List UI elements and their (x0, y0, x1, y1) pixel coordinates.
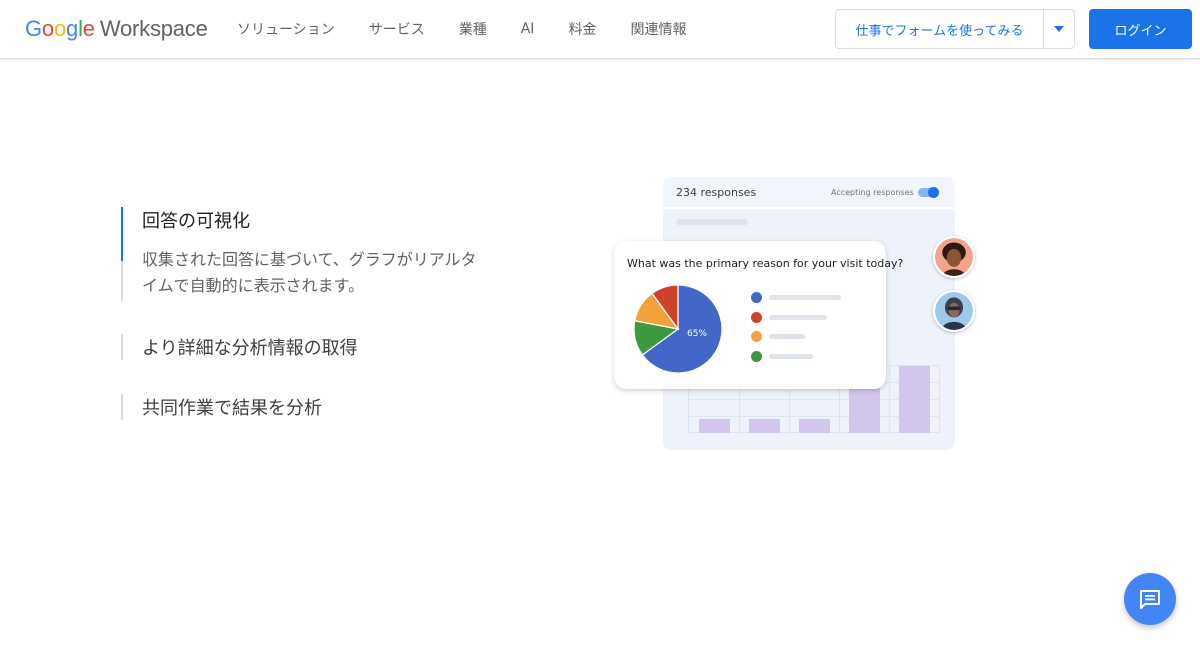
bar (699, 419, 730, 433)
placeholder-line (676, 219, 748, 225)
legend-dot (751, 351, 762, 362)
logo-letter-g: G (25, 16, 42, 41)
chat-icon (1140, 590, 1160, 609)
pie-value-label: 65% (687, 329, 707, 339)
question-text: What was the primary reason for your vis… (627, 257, 904, 270)
legend-placeholder-line (769, 295, 841, 300)
logo-letter-e: e (82, 16, 95, 41)
feature-indicator (121, 334, 123, 360)
caret-down-icon (1054, 26, 1064, 32)
feature-title: より詳細な分析情報の取得 (142, 338, 358, 359)
bar (899, 366, 930, 433)
feature-title: 共同作業で結果を分析 (142, 398, 322, 419)
nav-item-resources[interactable]: 関連情報 (630, 19, 686, 39)
try-forms-split-button: 仕事でフォームを使ってみる (835, 9, 1075, 49)
bar (799, 419, 830, 433)
nav-item-industries[interactable]: 業種 (459, 19, 487, 39)
nav-item-ai[interactable]: AI (521, 21, 535, 37)
nav-item-services[interactable]: サービス (369, 19, 425, 39)
legend-placeholder-line (769, 315, 827, 320)
legend-dot (751, 331, 762, 342)
grid-line (939, 365, 940, 433)
logo-letter-o1: o (41, 16, 54, 41)
feature-title: 回答の可視化 (142, 211, 250, 232)
try-forms-button[interactable]: 仕事でフォームを使ってみる (836, 10, 1043, 48)
logo-letter-o2: o (53, 16, 67, 41)
grid-line (889, 365, 890, 433)
site-header: Google Workspace ソリューション サービス 業種 AI 料金 関… (0, 0, 1200, 58)
feature-item-visualize[interactable]: 回答の可視化 収集された回答に基づいて、グラフがリアルタイムで自動的に表示されま… (121, 207, 487, 299)
feature-indicator-active (121, 207, 123, 261)
login-button[interactable]: ログイン (1089, 9, 1192, 49)
feature-indicator (121, 394, 123, 420)
nav-item-pricing[interactable]: 料金 (568, 19, 596, 39)
legend-placeholder-line (769, 354, 813, 359)
feature-description: 収集された回答に基づいて、グラフがリアルタイムで自動的に表示されます。 (142, 250, 477, 295)
question-summary-card: What was the primary reason for your vis… (614, 241, 903, 389)
bar (849, 388, 880, 433)
main-nav: ソリューション サービス 業種 AI 料金 関連情報 (237, 0, 720, 58)
legend-dot (751, 312, 762, 323)
google-workspace-logo[interactable]: Google Workspace (25, 16, 208, 44)
accepting-responses-label: Accepting responses (831, 188, 914, 197)
feature-indicator-track (121, 261, 123, 301)
logo-letter-g2: g (66, 16, 79, 41)
legend-dot (751, 292, 762, 303)
collaborator-avatar-2 (933, 290, 975, 332)
accepting-responses-toggle (918, 187, 939, 198)
responses-count: 234 responses (676, 186, 757, 199)
bar (749, 419, 780, 433)
pie-chart: 65% (634, 285, 722, 373)
legend-placeholder-line (769, 334, 805, 339)
feature-item-collaborate[interactable]: 共同作業で結果を分析 (121, 394, 322, 420)
collaborator-avatar-1 (933, 236, 975, 278)
nav-item-solutions[interactable]: ソリューション (237, 19, 335, 39)
feature-item-insights[interactable]: より詳細な分析情報の取得 (121, 334, 358, 360)
logo-workspace-text: Workspace (99, 16, 208, 41)
try-forms-dropdown[interactable] (1043, 10, 1074, 48)
toggle-knob (928, 187, 939, 198)
responses-bar: 234 responses Accepting responses (663, 177, 955, 209)
chat-button[interactable] (1124, 573, 1176, 625)
